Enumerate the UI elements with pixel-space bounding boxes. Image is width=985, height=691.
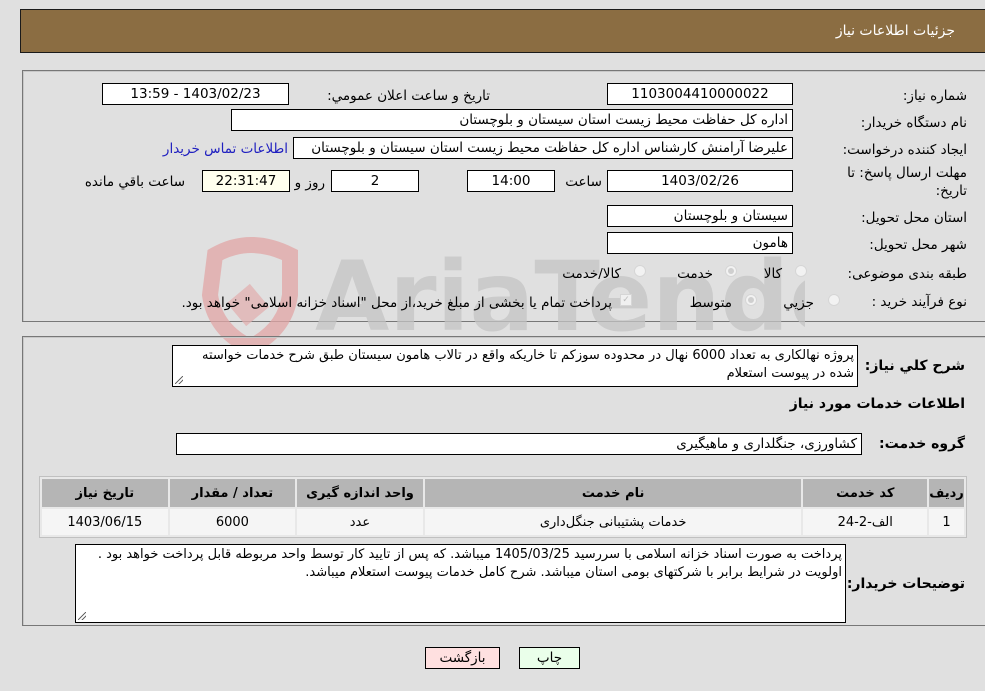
category-radio-service[interactable] bbox=[725, 265, 737, 277]
cell-service-code: الف-2-24 bbox=[803, 509, 928, 535]
buyer-notes-label: توضیحات خریدار: bbox=[846, 576, 965, 592]
purchase-option-minor: جزيي bbox=[783, 295, 814, 311]
page-header: جزئیات اطلاعات نیاز bbox=[20, 9, 985, 53]
col-quantity: تعداد / مقدار bbox=[169, 479, 296, 507]
days-label: روز و bbox=[294, 175, 325, 191]
service-group-label: گروه خدمت: bbox=[879, 436, 965, 452]
city-field[interactable]: هامون bbox=[607, 232, 793, 254]
remaining-time-label: ساعت باقي مانده bbox=[84, 174, 185, 190]
category-radio-goods[interactable] bbox=[795, 265, 807, 277]
announce-datetime-field[interactable]: 1403/02/23 - 13:59 bbox=[102, 83, 289, 105]
cell-row-number: 1 bbox=[929, 509, 964, 535]
purchase-radio-medium[interactable] bbox=[745, 294, 757, 306]
purchase-radio-minor[interactable] bbox=[828, 294, 840, 306]
category-option-goods-service: کالا/خدمت bbox=[562, 266, 621, 282]
city-label: شهر محل تحویل: bbox=[869, 237, 967, 253]
buyer-contact-link[interactable]: اطلاعات تماس خریدار bbox=[163, 141, 288, 157]
col-service-name: نام خدمت bbox=[424, 479, 802, 507]
col-need-date: تاریخ نیاز bbox=[42, 479, 168, 507]
deadline-time-field[interactable]: 14:00 bbox=[467, 170, 555, 192]
buyer-org-field[interactable]: اداره کل حفاظت محیط زیست استان سیستان و … bbox=[231, 109, 793, 131]
print-button[interactable]: چاپ bbox=[519, 647, 580, 669]
buyer-notes-textarea[interactable]: پرداخت به صورت اسناد خزانه اسلامی با سرر… bbox=[75, 544, 846, 623]
page-title: جزئیات اطلاعات نیاز bbox=[835, 23, 955, 39]
cell-service-name: خدمات پشتیبانی جنگل‌داری bbox=[424, 509, 802, 535]
description-label: شرح کلي نياز: bbox=[864, 358, 965, 374]
buyer-notes-text: پرداخت به صورت اسناد خزانه اسلامی با سرر… bbox=[97, 547, 842, 580]
requester-field[interactable]: علیرضا آرامنش کارشناس اداره کل حفاظت محی… bbox=[293, 137, 793, 159]
category-option-service: خدمت bbox=[677, 266, 713, 282]
resize-grip-icon[interactable] bbox=[78, 612, 86, 620]
treasury-checkbox[interactable]: ✓ bbox=[620, 294, 632, 306]
col-unit: واحد اندازه گیری bbox=[297, 479, 423, 507]
description-textarea[interactable]: پروژه نهالکاری به تعداد 6000 نهال در محد… bbox=[172, 345, 858, 387]
services-table: رديف کد خدمت نام خدمت واحد اندازه گیری ت… bbox=[39, 476, 967, 538]
purchase-type-label: نوع فرآیند خرید : bbox=[871, 294, 967, 310]
deadline-time-label: ساعت bbox=[565, 174, 602, 190]
description-text: پروژه نهالکاری به تعداد 6000 نهال در محد… bbox=[201, 348, 854, 381]
treasury-checkbox-label: پرداخت تمام يا بخشی از مبلغ خرید،از محل … bbox=[181, 295, 612, 311]
announce-datetime-label: تاریخ و ساعت اعلان عمومي: bbox=[327, 88, 490, 104]
province-label: استان محل تحویل: bbox=[861, 210, 967, 226]
need-number-field[interactable]: 1103004410000022 bbox=[607, 83, 793, 105]
remaining-time-field: 22:31:47 bbox=[202, 170, 290, 192]
province-field[interactable]: سیستان و بلوچستان bbox=[607, 205, 793, 227]
category-label: طبقه بندی موضوعی: bbox=[847, 266, 967, 282]
services-section-title: اطلاعات خدمات مورد نیاز bbox=[789, 396, 965, 412]
back-button[interactable]: بازگشت bbox=[425, 647, 500, 669]
service-group-field[interactable]: کشاورزی، جنگلداری و ماهیگیری bbox=[176, 433, 862, 455]
col-row-number: رديف bbox=[929, 479, 964, 507]
cell-unit: عدد bbox=[297, 509, 423, 535]
deadline-date-field[interactable]: 1403/02/26 bbox=[607, 170, 793, 192]
table-row: 1 الف-2-24 خدمات پشتیبانی جنگل‌داری عدد … bbox=[42, 509, 964, 535]
category-radio-goods-service[interactable] bbox=[634, 265, 646, 277]
deadline-label: مهلت ارسال پاسخ: تا تاریخ: bbox=[847, 165, 967, 199]
services-table-header: رديف کد خدمت نام خدمت واحد اندازه گیری ت… bbox=[42, 479, 964, 507]
requester-label: ایجاد کننده درخواست: bbox=[842, 142, 967, 158]
cell-need-date: 1403/06/15 bbox=[42, 509, 168, 535]
cell-quantity: 6000 bbox=[169, 509, 296, 535]
purchase-option-medium: متوسط bbox=[689, 295, 732, 311]
remaining-days-field: 2 bbox=[331, 170, 419, 192]
resize-grip-icon[interactable] bbox=[175, 376, 183, 384]
col-service-code: کد خدمت bbox=[803, 479, 928, 507]
buyer-org-label: نام دستگاه خريدار: bbox=[860, 115, 967, 131]
need-number-label: شماره نیاز: bbox=[902, 88, 967, 104]
category-option-goods: کالا bbox=[763, 266, 782, 282]
